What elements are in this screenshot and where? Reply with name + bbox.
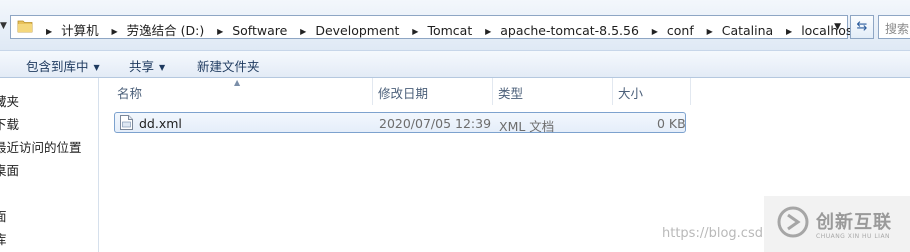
new-folder-button[interactable]: 新建文件夹 bbox=[197, 56, 260, 75]
brand-logo-icon bbox=[777, 206, 809, 238]
search-input[interactable]: 搜索 bbox=[878, 15, 910, 39]
breadcrumb-drive-d[interactable]: 劳逸结合 (D:) bbox=[127, 20, 205, 39]
breadcrumb-catalina[interactable]: Catalina bbox=[722, 23, 773, 38]
sort-up-icon: ▲ bbox=[234, 78, 241, 87]
chevron-down-icon: ▼ bbox=[93, 63, 100, 72]
address-bar[interactable]: ▶ 计算机 ▶ 劳逸结合 (D:) ▶ Software ▶ Development ▶… bbox=[10, 15, 857, 39]
include-in-library-label: 包含到库中 bbox=[26, 59, 89, 74]
nav-item-recent-places[interactable]: 最近访问的位置 bbox=[0, 137, 82, 156]
column-header-size[interactable]: 大小 bbox=[618, 83, 643, 105]
xml-file-icon bbox=[120, 115, 133, 130]
breadcrumb-development[interactable]: Development bbox=[315, 23, 399, 38]
refresh-button[interactable]: ⇆ bbox=[850, 15, 874, 39]
file-size: 0 KB bbox=[657, 116, 686, 131]
back-history-dropdown-icon[interactable]: ▼ bbox=[0, 21, 8, 31]
column-header-type[interactable]: 类型 bbox=[498, 83, 523, 105]
breadcrumb-software[interactable]: Software bbox=[232, 23, 287, 38]
breadcrumb-tomcat[interactable]: Tomcat bbox=[427, 23, 472, 38]
chevron-right-icon[interactable]: ▶ bbox=[707, 27, 713, 36]
column-divider[interactable] bbox=[492, 78, 493, 105]
chevron-right-icon[interactable]: ▶ bbox=[652, 27, 658, 36]
address-bar-area: ▼ ▶ 计算机 ▶ 劳逸结合 (D:) ▶ Software ▶ Development… bbox=[0, 0, 910, 50]
chevron-right-icon[interactable]: ▶ bbox=[112, 27, 118, 36]
refresh-icon: ⇆ bbox=[856, 19, 868, 34]
column-header-name[interactable]: 名称 bbox=[117, 83, 142, 105]
command-toolbar: 包含到库中 ▼ 共享 ▼ 新建文件夹 bbox=[0, 50, 910, 78]
file-name: dd.xml bbox=[139, 116, 182, 131]
file-modified: 2020/07/05 12:39 bbox=[379, 116, 492, 131]
breadcrumb-computer[interactable]: 计算机 bbox=[61, 20, 99, 39]
file-type: XML 文档 bbox=[499, 119, 555, 134]
chevron-right-icon[interactable]: ▶ bbox=[300, 27, 306, 36]
column-header-modified[interactable]: 修改日期 bbox=[378, 83, 428, 105]
nav-item-downloads[interactable]: 下载 bbox=[0, 114, 19, 133]
nav-item-favorites[interactable]: 藏夹 bbox=[0, 91, 19, 110]
chevron-right-icon[interactable]: ▶ bbox=[485, 27, 491, 36]
table-row[interactable]: dd.xml 2020/07/05 12:39 XML 文档 0 KB bbox=[114, 112, 686, 134]
column-divider[interactable] bbox=[690, 78, 691, 105]
column-divider[interactable] bbox=[612, 78, 613, 105]
chevron-right-icon[interactable]: ▶ bbox=[46, 27, 52, 36]
include-in-library-button[interactable]: 包含到库中 ▼ bbox=[26, 56, 100, 75]
brand-watermark: 创新互联 CHUANG XIN HU LIAN bbox=[764, 196, 910, 252]
chevron-right-icon[interactable]: ▶ bbox=[217, 27, 223, 36]
share-label: 共享 bbox=[129, 59, 155, 74]
breadcrumb-apache-tomcat[interactable]: apache-tomcat-8.5.56 bbox=[500, 23, 639, 38]
navigation-pane: 藏夹 下载 最近访问的位置 桌面 面 库 bbox=[0, 78, 99, 252]
breadcrumb-localhost[interactable]: localhost bbox=[801, 23, 857, 38]
brand-name-latin: CHUANG XIN HU LIAN bbox=[816, 233, 891, 240]
breadcrumb-conf[interactable]: conf bbox=[667, 23, 694, 38]
brand-name: 创新互联 bbox=[816, 212, 892, 233]
folder-icon bbox=[17, 20, 33, 33]
nav-item-desktop-2[interactable]: 面 bbox=[0, 206, 7, 225]
nav-item-desktop[interactable]: 桌面 bbox=[0, 160, 19, 179]
watermark-url: https://blog.csd bbox=[662, 226, 763, 241]
chevron-down-icon: ▼ bbox=[159, 63, 166, 72]
address-history-dropdown-icon[interactable]: ▼ bbox=[834, 22, 841, 32]
share-button[interactable]: 共享 ▼ bbox=[129, 56, 165, 75]
chevron-right-icon[interactable]: ▶ bbox=[786, 27, 792, 36]
nav-item-libraries[interactable]: 库 bbox=[0, 229, 7, 248]
breadcrumb: ▶ 计算机 ▶ 劳逸结合 (D:) ▶ Software ▶ Development ▶… bbox=[37, 20, 857, 39]
column-divider[interactable] bbox=[372, 78, 373, 105]
chevron-right-icon[interactable]: ▶ bbox=[412, 27, 418, 36]
